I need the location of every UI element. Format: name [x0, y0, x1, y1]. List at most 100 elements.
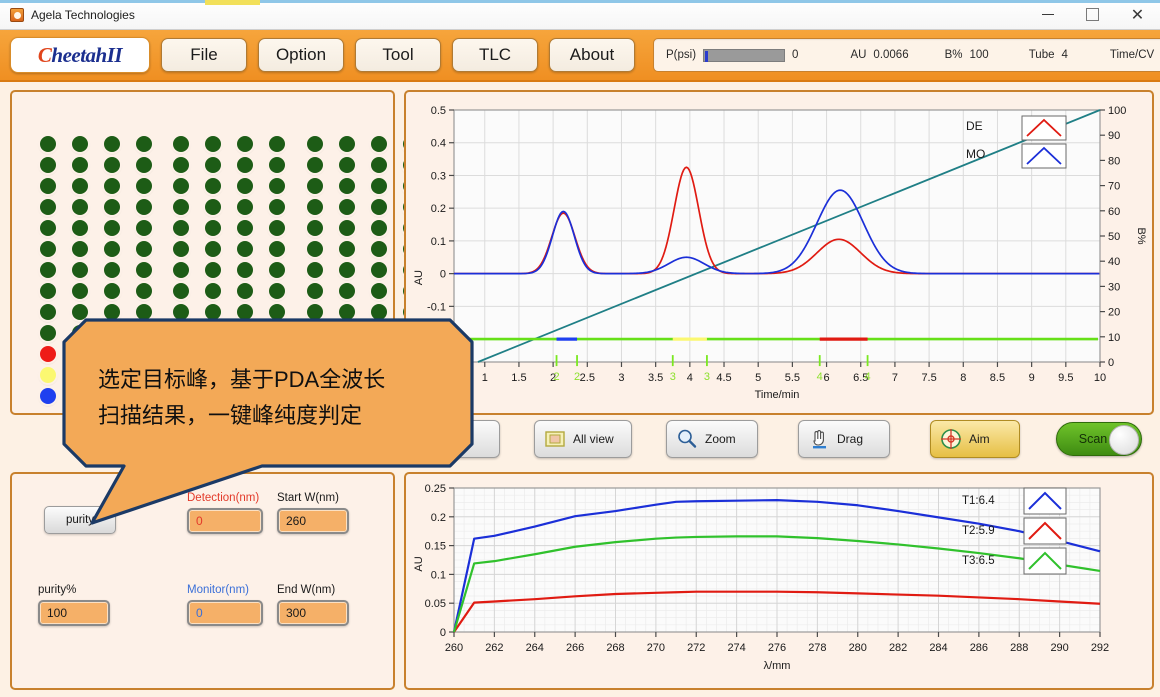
vial-well[interactable] — [205, 325, 221, 341]
vial-well[interactable] — [136, 304, 152, 320]
vial-well[interactable] — [269, 346, 285, 362]
vial-well[interactable] — [173, 367, 189, 383]
vial-well[interactable] — [371, 136, 387, 152]
vial-well[interactable] — [136, 136, 152, 152]
vial-well[interactable] — [173, 178, 189, 194]
vial-well[interactable] — [339, 262, 355, 278]
vial-well[interactable] — [40, 283, 56, 299]
chromatogram-chart[interactable]: -0.2-0.100.10.20.30.40.5AU01020304050607… — [406, 92, 1152, 413]
vial-well[interactable] — [237, 367, 253, 383]
vial-well[interactable] — [205, 241, 221, 257]
rack-block-1[interactable] — [37, 134, 165, 407]
aim-button[interactable]: Aim — [930, 420, 1020, 458]
vial-well[interactable] — [205, 157, 221, 173]
vial-well[interactable] — [307, 136, 323, 152]
vial-well[interactable] — [40, 325, 56, 341]
vial-well[interactable] — [339, 178, 355, 194]
vial-well[interactable] — [173, 283, 189, 299]
vial-well[interactable] — [371, 325, 387, 341]
vial-well[interactable] — [136, 388, 152, 404]
vial-well[interactable] — [136, 241, 152, 257]
vial-well[interactable] — [72, 157, 88, 173]
vial-well[interactable] — [205, 283, 221, 299]
vial-well[interactable] — [205, 178, 221, 194]
vial-well[interactable] — [307, 283, 323, 299]
vial-well[interactable] — [237, 157, 253, 173]
purity-percent-input[interactable]: 100 — [38, 600, 110, 626]
vial-well[interactable] — [237, 346, 253, 362]
vial-well[interactable] — [371, 388, 387, 404]
vial-well[interactable] — [104, 283, 120, 299]
zoom-button[interactable]: Zoom — [666, 420, 758, 458]
menu-item-tlc[interactable]: TLC — [452, 38, 538, 72]
vial-well[interactable] — [371, 199, 387, 215]
vial-well[interactable] — [136, 220, 152, 236]
maximize-button[interactable] — [1070, 0, 1115, 30]
pda-spectrum-chart[interactable]: 0 0.05 0.1 0.15 0.2 0.25 AU 260 262 264 266 268 270 2… — [406, 474, 1152, 688]
vial-well[interactable] — [104, 346, 120, 362]
vial-well[interactable] — [173, 262, 189, 278]
vial-well[interactable] — [136, 157, 152, 173]
vial-well[interactable] — [205, 388, 221, 404]
vial-well[interactable] — [237, 241, 253, 257]
vial-well[interactable] — [237, 304, 253, 320]
vial-well[interactable] — [269, 136, 285, 152]
vial-well[interactable] — [307, 178, 323, 194]
vial-rack[interactable] — [12, 92, 419, 413]
vial-well[interactable] — [237, 262, 253, 278]
end-w-nm-input[interactable]: 300 — [277, 600, 349, 626]
vial-well[interactable] — [237, 199, 253, 215]
purity-button[interactable]: purity — [44, 506, 116, 534]
vial-well[interactable] — [72, 367, 88, 383]
vial-well[interactable] — [307, 304, 323, 320]
vial-well[interactable] — [307, 157, 323, 173]
vial-well[interactable] — [339, 325, 355, 341]
vial-well[interactable] — [269, 241, 285, 257]
vial-well[interactable] — [104, 199, 120, 215]
vial-well[interactable] — [173, 199, 189, 215]
vial-well[interactable] — [307, 367, 323, 383]
menu-item-option[interactable]: Option — [258, 38, 344, 72]
vial-well[interactable] — [269, 388, 285, 404]
vial-well[interactable] — [307, 262, 323, 278]
vial-well[interactable] — [339, 346, 355, 362]
vial-well[interactable] — [136, 325, 152, 341]
vial-well[interactable] — [136, 346, 152, 362]
vial-well[interactable] — [104, 388, 120, 404]
vial-well[interactable] — [307, 388, 323, 404]
vial-well[interactable] — [371, 241, 387, 257]
vial-well[interactable] — [173, 136, 189, 152]
vial-well[interactable] — [104, 325, 120, 341]
vial-well[interactable] — [269, 157, 285, 173]
vial-well[interactable] — [371, 283, 387, 299]
vial-well[interactable] — [40, 262, 56, 278]
vial-well[interactable] — [205, 304, 221, 320]
vial-well[interactable] — [269, 304, 285, 320]
vial-well[interactable] — [339, 283, 355, 299]
vial-well[interactable] — [269, 262, 285, 278]
vial-well[interactable] — [173, 325, 189, 341]
vial-well[interactable] — [104, 367, 120, 383]
vial-well[interactable] — [72, 304, 88, 320]
vial-well[interactable] — [173, 388, 189, 404]
vial-well[interactable] — [72, 241, 88, 257]
vial-well[interactable] — [205, 220, 221, 236]
vial-well[interactable] — [307, 346, 323, 362]
vial-well[interactable] — [371, 178, 387, 194]
save-button[interactable]: e — [414, 420, 500, 458]
vial-well[interactable] — [72, 283, 88, 299]
vial-well[interactable] — [40, 346, 56, 362]
vial-well[interactable] — [205, 367, 221, 383]
vial-well[interactable] — [339, 220, 355, 236]
vial-well[interactable] — [40, 367, 56, 383]
vial-well[interactable] — [104, 304, 120, 320]
scan-toggle[interactable]: Scan — [1056, 422, 1142, 456]
vial-well[interactable] — [136, 178, 152, 194]
vial-well[interactable] — [136, 367, 152, 383]
vial-well[interactable] — [339, 388, 355, 404]
vial-well[interactable] — [173, 220, 189, 236]
rack-block-2[interactable] — [170, 134, 298, 407]
vial-well[interactable] — [40, 136, 56, 152]
vial-well[interactable] — [104, 178, 120, 194]
vial-well[interactable] — [40, 157, 56, 173]
